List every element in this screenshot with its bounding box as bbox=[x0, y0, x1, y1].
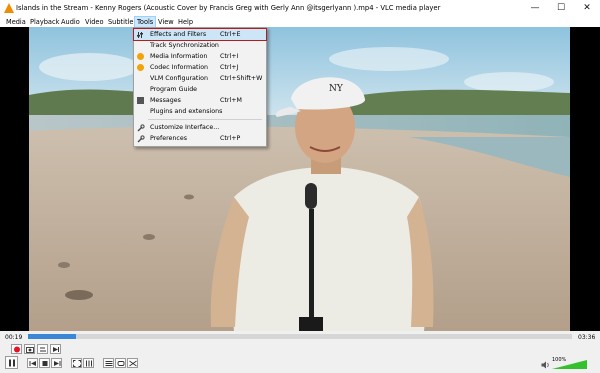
menu-item-label: Codec Information bbox=[150, 64, 209, 71]
record-icon bbox=[14, 346, 20, 353]
menu-help[interactable]: Help bbox=[176, 17, 195, 27]
snapshot-button[interactable] bbox=[24, 344, 35, 354]
menu-item-shortcut: Ctrl+M bbox=[220, 97, 242, 104]
skip-forward-icon bbox=[54, 361, 61, 366]
menu-item-customize-interface[interactable]: Customize Interface... bbox=[134, 122, 266, 133]
menu-item-codec-information[interactable]: Codec Information Ctrl+J bbox=[134, 62, 266, 73]
shuffle-button[interactable] bbox=[127, 358, 138, 368]
menu-item-shortcut: Ctrl+Shift+W bbox=[220, 75, 263, 82]
fullscreen-button[interactable] bbox=[71, 358, 82, 368]
menu-item-shortcut: Ctrl+I bbox=[220, 53, 239, 60]
menu-bar: Media Playback Audio Video Subtitle Tool… bbox=[0, 16, 600, 28]
letterbox-left bbox=[0, 27, 29, 331]
close-button[interactable]: ✕ bbox=[574, 0, 600, 17]
loop-button[interactable] bbox=[115, 358, 126, 368]
video-frame-image: NY bbox=[29, 27, 570, 331]
title-bar: Islands in the Stream - Kenny Rogers (Ac… bbox=[0, 0, 600, 18]
menu-item-label: Track Synchronization bbox=[150, 42, 219, 49]
next-button[interactable] bbox=[51, 358, 62, 368]
shuffle-icon bbox=[129, 360, 137, 367]
fullscreen-icon bbox=[73, 360, 81, 367]
camera-icon bbox=[26, 347, 34, 353]
elapsed-time: 00:19 bbox=[5, 334, 23, 341]
stop-icon bbox=[42, 361, 48, 366]
menu-item-effects-and-filters[interactable]: Effects and Filters Ctrl+E bbox=[133, 28, 267, 41]
menu-item-shortcut: Ctrl+J bbox=[220, 64, 239, 71]
sliders-icon bbox=[86, 360, 92, 367]
menu-item-shortcut: Ctrl+E bbox=[220, 31, 241, 38]
extended-settings-button[interactable] bbox=[83, 358, 94, 368]
playlist-button[interactable] bbox=[103, 358, 114, 368]
menu-playback[interactable]: Playback bbox=[28, 17, 61, 27]
menu-audio[interactable]: Audio bbox=[59, 17, 82, 27]
playlist-icon bbox=[105, 361, 113, 366]
menu-item-program-guide[interactable]: Program Guide bbox=[134, 84, 266, 95]
player-controls: 00:19 03:36 bbox=[0, 331, 600, 373]
loop-ab-button[interactable] bbox=[37, 344, 48, 354]
frame-by-frame-button[interactable] bbox=[50, 344, 61, 354]
seek-bar[interactable] bbox=[28, 334, 572, 339]
menu-item-vlm-configuration[interactable]: VLM Configuration Ctrl+Shift+W bbox=[134, 73, 266, 84]
info-warning-icon bbox=[137, 64, 144, 71]
tools-dropdown-menu: Effects and Filters Ctrl+E Track Synchro… bbox=[133, 27, 267, 147]
play-pause-button[interactable] bbox=[5, 356, 18, 369]
loop-ab-icon bbox=[40, 347, 46, 352]
menu-item-label: Plugins and extensions bbox=[150, 108, 223, 115]
menu-item-track-synchronization[interactable]: Track Synchronization bbox=[134, 40, 266, 51]
menu-item-label: Customize Interface... bbox=[150, 124, 220, 131]
menu-media[interactable]: Media bbox=[4, 17, 28, 27]
menu-item-media-information[interactable]: Media Information Ctrl+I bbox=[134, 51, 266, 62]
menu-item-label: Preferences bbox=[150, 135, 188, 142]
menu-item-messages[interactable]: Messages Ctrl+M bbox=[134, 95, 266, 106]
menu-item-label: Messages bbox=[150, 97, 181, 104]
vlc-cone-icon bbox=[4, 3, 14, 13]
equalizer-icon bbox=[137, 31, 144, 38]
volume-slider[interactable] bbox=[552, 360, 587, 369]
previous-button[interactable] bbox=[27, 358, 38, 368]
window-title: Islands in the Stream - Kenny Rogers (Ac… bbox=[16, 4, 441, 12]
loop-icon bbox=[117, 361, 125, 366]
skip-back-icon bbox=[29, 361, 36, 366]
pause-icon bbox=[9, 359, 15, 367]
letterbox-right bbox=[570, 27, 600, 331]
menu-item-preferences[interactable]: Preferences Ctrl+P bbox=[134, 133, 266, 144]
menu-item-label: Program Guide bbox=[150, 86, 198, 93]
total-duration: 03:36 bbox=[578, 334, 596, 341]
menu-view[interactable]: View bbox=[156, 17, 176, 27]
menu-item-label: Media Information bbox=[150, 53, 208, 60]
menu-item-plugins-and-extensions[interactable]: Plugins and extensions bbox=[134, 106, 266, 117]
menu-separator bbox=[148, 119, 262, 120]
menu-item-shortcut: Ctrl+P bbox=[220, 135, 241, 142]
messages-icon bbox=[137, 97, 144, 104]
menu-subtitle[interactable]: Subtitle bbox=[106, 17, 135, 27]
svg-text:NY: NY bbox=[329, 84, 344, 94]
video-display[interactable]: NY bbox=[29, 27, 570, 331]
seek-bar-progress bbox=[28, 334, 76, 339]
wrench-icon bbox=[137, 124, 145, 132]
stop-button[interactable] bbox=[39, 358, 50, 368]
info-warning-icon bbox=[137, 53, 144, 60]
menu-video[interactable]: Video bbox=[83, 17, 105, 27]
frame-step-icon bbox=[53, 347, 59, 352]
menu-item-label: Effects and Filters bbox=[150, 31, 207, 38]
menu-item-label: VLM Configuration bbox=[150, 75, 208, 82]
maximize-button[interactable]: ☐ bbox=[548, 0, 574, 17]
record-button[interactable] bbox=[11, 344, 22, 354]
speaker-icon[interactable] bbox=[541, 361, 550, 369]
wrench-icon bbox=[137, 135, 145, 143]
minimize-button[interactable]: — bbox=[522, 0, 548, 17]
